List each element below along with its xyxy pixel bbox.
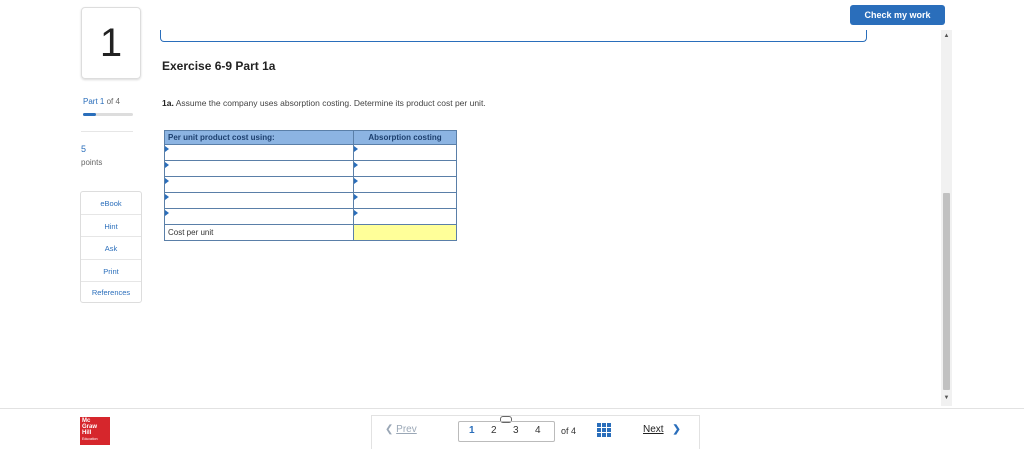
tool-divider <box>81 259 141 260</box>
cost-per-unit-label: Cost per unit <box>164 224 354 241</box>
tools-panel: eBook Hint Ask Print References <box>80 191 142 303</box>
ask-link[interactable]: Ask <box>81 244 141 253</box>
table-row <box>164 160 457 177</box>
tool-divider <box>81 236 141 237</box>
cost-amount-input[interactable] <box>353 192 457 209</box>
mcgraw-hill-logo: Mc Graw Hill Education <box>80 417 110 445</box>
table-row <box>164 192 457 209</box>
scroll-up-icon[interactable]: ▲ <box>941 31 952 41</box>
question-prompt: 1a. Assume the company uses absorption c… <box>162 98 486 108</box>
footer-divider <box>0 408 1024 409</box>
question-number: 1 <box>81 7 141 79</box>
references-link[interactable]: References <box>81 288 141 297</box>
previous-content-bracket <box>160 30 867 42</box>
next-button[interactable]: Next ❯ <box>643 424 681 435</box>
part-of-text: of 4 <box>106 97 120 106</box>
page-2-button[interactable]: 2 <box>491 425 497 436</box>
cost-per-unit-answer[interactable] <box>353 224 457 241</box>
chevron-right-icon: ❯ <box>672 424 681 435</box>
chevron-left-icon: ❮ <box>385 424 394 435</box>
tool-divider <box>81 281 141 282</box>
table-row <box>164 208 457 225</box>
cost-item-select[interactable] <box>164 160 354 177</box>
check-my-work-button[interactable]: Check my work <box>850 5 945 25</box>
table-row <box>164 176 457 193</box>
prompt-text: Assume the company uses absorption costi… <box>175 98 486 108</box>
cost-item-select[interactable] <box>164 192 354 209</box>
prev-button[interactable]: ❮ Prev <box>385 424 417 435</box>
cost-amount-input[interactable] <box>353 176 457 193</box>
logo-text: Education <box>82 437 98 441</box>
page-total: of 4 <box>561 426 577 436</box>
scroll-down-icon[interactable]: ▼ <box>941 393 952 403</box>
grid-icon[interactable] <box>597 423 611 437</box>
hint-link[interactable]: Hint <box>81 222 141 231</box>
table-row <box>164 144 457 161</box>
page-1-button[interactable]: 1 <box>469 425 475 436</box>
cost-amount-input[interactable] <box>353 208 457 225</box>
part-progress-fill <box>83 113 96 116</box>
col-header-absorption: Absorption costing <box>353 130 457 145</box>
prompt-label: 1a. <box>162 98 174 108</box>
page-3-button[interactable]: 3 <box>513 425 519 436</box>
points-label: points <box>81 158 103 167</box>
cost-amount-input[interactable] <box>353 144 457 161</box>
total-row: Cost per unit <box>164 224 457 241</box>
cost-amount-input[interactable] <box>353 160 457 177</box>
ebook-link[interactable]: eBook <box>81 199 141 208</box>
part-text: Part 1 <box>83 97 105 106</box>
tool-divider <box>81 214 141 215</box>
rail-divider <box>81 131 133 132</box>
part-indicator: Part 1 of 4 <box>83 97 120 106</box>
scrollbar-thumb[interactable] <box>943 193 950 390</box>
col-header-cost-using: Per unit product cost using: <box>164 130 354 145</box>
next-label: Next <box>643 424 664 435</box>
points-value: 5 <box>81 144 87 154</box>
cost-item-select[interactable] <box>164 176 354 193</box>
exercise-title: Exercise 6-9 Part 1a <box>162 59 276 73</box>
print-link[interactable]: Print <box>81 267 141 276</box>
prev-label: Prev <box>396 424 417 435</box>
cost-item-select[interactable] <box>164 144 354 161</box>
page-4-button[interactable]: 4 <box>535 425 541 436</box>
cost-item-select[interactable] <box>164 208 354 225</box>
table-header-row: Per unit product cost using: Absorption … <box>164 130 457 145</box>
part-progress-bar <box>83 113 133 116</box>
product-cost-table: Per unit product cost using: Absorption … <box>164 130 457 241</box>
